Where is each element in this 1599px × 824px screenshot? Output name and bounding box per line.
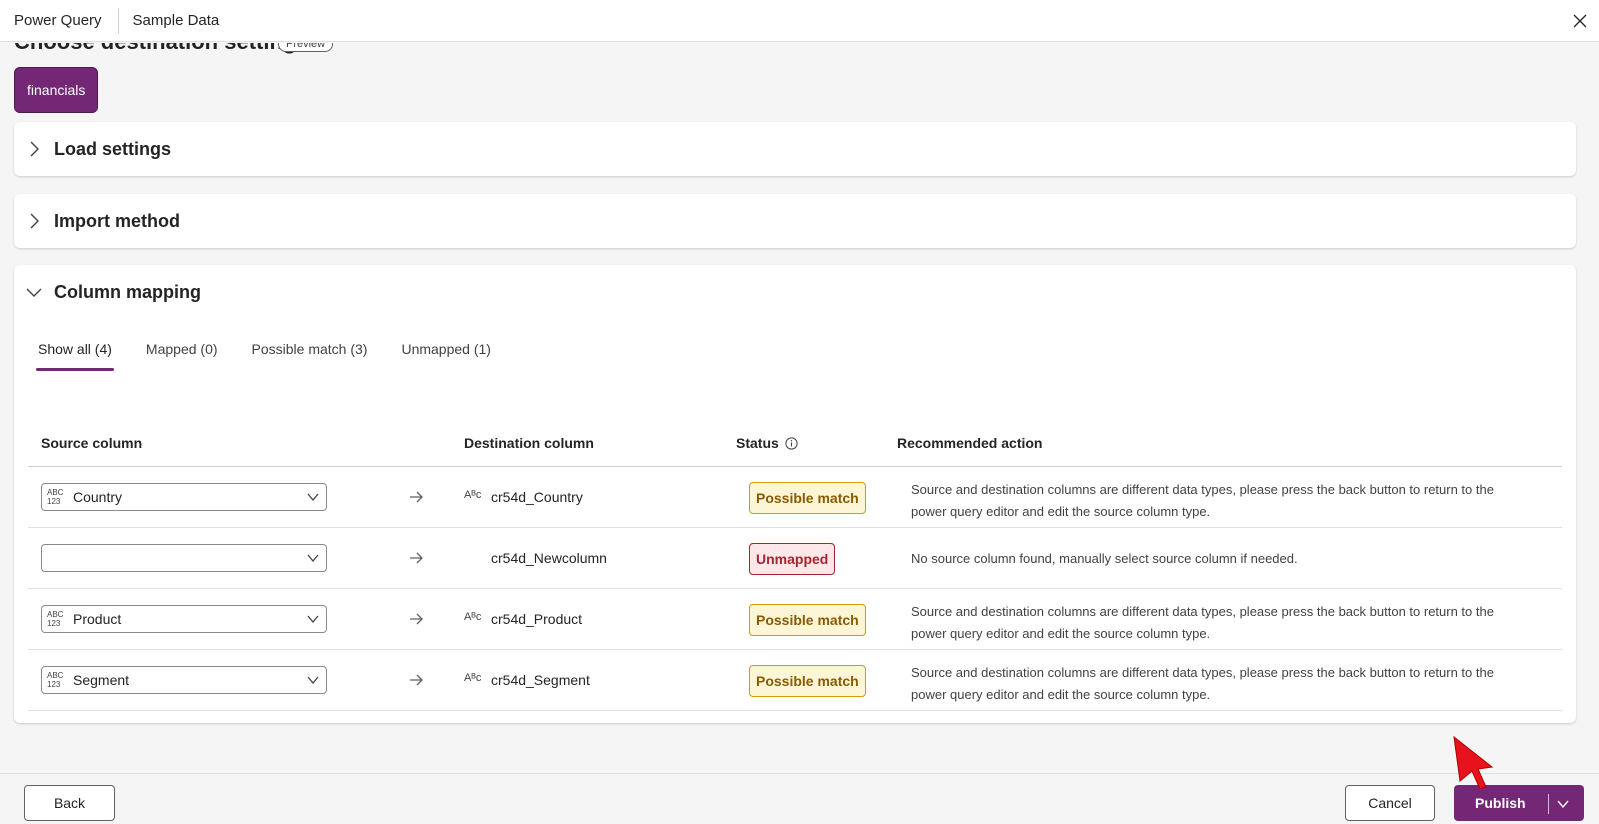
chevron-right-icon — [26, 141, 42, 157]
arrow-right-icon — [410, 491, 423, 503]
back-button[interactable]: Back — [24, 785, 115, 821]
header-recommended-action: Recommended action — [897, 435, 1043, 451]
text-number-type-icon: ABC 123 — [47, 488, 64, 506]
tab-possible-match[interactable]: Possible match (3) — [252, 341, 368, 371]
pointer-arrow-icon — [1453, 735, 1494, 789]
tab-mapped[interactable]: Mapped (0) — [146, 341, 218, 371]
table-header: Source column Destination column Status … — [28, 421, 1562, 467]
destination-column-value: cr54d_Country — [491, 489, 583, 505]
status-badge: Possible match — [749, 665, 866, 697]
load-settings-section: Load settings — [14, 122, 1576, 176]
chevron-down-icon — [307, 676, 319, 685]
recommended-action-text: Source and destination columns are diffe… — [911, 482, 1494, 519]
source-column-dropdown[interactable]: ABC 123 Country — [41, 483, 327, 511]
arrow-right-icon — [410, 552, 423, 564]
destination-column-value: cr54d_Product — [491, 611, 583, 627]
preview-badge: Preview — [278, 43, 334, 52]
document-name: Sample Data — [132, 12, 220, 29]
header-status: Status — [736, 435, 798, 451]
text-number-type-icon: ABC 123 — [47, 671, 64, 689]
source-column-value: Product — [73, 611, 122, 627]
query-chip-financials[interactable]: financials — [14, 67, 99, 113]
header-source-column: Source column — [41, 435, 143, 451]
chevron-down-icon — [307, 554, 319, 563]
table-row: cr54d_Newcolumn Unmapped No source colum… — [28, 528, 1562, 589]
destination-column-value: cr54d_Newcolumn — [491, 550, 607, 566]
title-bar: Power Query Sample Data — [0, 0, 1599, 42]
page-title: Choose destination settings — [14, 43, 309, 55]
text-type-icon: Aᴮc — [464, 489, 482, 501]
chevron-down-icon — [307, 493, 319, 502]
table-row: ABC 123 Segment Aᴮc cr54d_Segment Possibl… — [28, 650, 1562, 711]
footer-bar: Back Cancel Publish — [0, 773, 1599, 824]
column-mapping-title: Column mapping — [54, 281, 201, 302]
cancel-button[interactable]: Cancel — [1345, 785, 1435, 821]
mapping-table: Source column Destination column Status … — [28, 421, 1562, 711]
chevron-down-icon — [307, 615, 319, 624]
column-mapping-header[interactable]: Column mapping — [14, 265, 201, 319]
load-settings-header[interactable]: Load settings — [14, 122, 171, 176]
source-column-dropdown[interactable] — [41, 544, 327, 572]
source-column-dropdown[interactable]: ABC 123 Segment — [41, 666, 327, 694]
publish-button[interactable]: Publish — [1475, 795, 1526, 811]
text-type-icon: Aᴮc — [464, 672, 482, 684]
app-name: Power Query — [14, 12, 102, 29]
chevron-right-icon — [26, 213, 42, 229]
chevron-down-icon — [26, 284, 42, 300]
column-mapping-section: Column mapping Show all (4) Mapped (0) P… — [14, 265, 1576, 723]
mapping-tabs: Show all (4) Mapped (0) Possible match (… — [36, 341, 525, 371]
header-status-label: Status — [736, 435, 779, 451]
header-destination-column: Destination column — [464, 435, 594, 451]
source-column-dropdown[interactable]: ABC 123 Product — [41, 605, 327, 633]
split-divider — [1548, 794, 1549, 814]
status-badge: Possible match — [749, 482, 866, 514]
import-method-title: Import method — [54, 210, 180, 231]
arrow-right-icon — [410, 674, 423, 686]
info-icon[interactable] — [785, 436, 798, 450]
close-icon[interactable] — [1567, 8, 1593, 34]
status-badge: Unmapped — [749, 543, 836, 575]
main-content: Choose destination settings Preview fina… — [0, 43, 1599, 773]
source-column-value: Country — [73, 489, 123, 505]
table-row: ABC 123 Product Aᴮc cr54d_Product Possibl… — [28, 589, 1562, 650]
title-separator — [117, 7, 119, 34]
destination-column-value: cr54d_Segment — [491, 672, 590, 688]
import-method-section: Import method — [14, 194, 1576, 248]
recommended-action-text: Source and destination columns are diffe… — [911, 604, 1494, 641]
import-method-header[interactable]: Import method — [14, 194, 180, 248]
text-number-type-icon: ABC 123 — [47, 610, 64, 628]
text-type-icon: Aᴮc — [464, 611, 482, 623]
source-column-value: Segment — [73, 672, 130, 688]
table-row: ABC 123 Country Aᴮc cr54d_Country Possibl… — [28, 467, 1562, 528]
chevron-down-icon[interactable] — [1555, 796, 1571, 812]
tab-show-all[interactable]: Show all (4) — [36, 341, 114, 371]
tab-unmapped[interactable]: Unmapped (1) — [401, 341, 491, 371]
recommended-action-text: No source column found, manually select … — [911, 551, 1298, 566]
recommended-action-text: Source and destination columns are diffe… — [911, 665, 1494, 702]
status-badge: Possible match — [749, 604, 866, 636]
publish-split-button: Publish — [1454, 785, 1584, 821]
load-settings-title: Load settings — [54, 138, 172, 159]
arrow-right-icon — [410, 613, 423, 625]
